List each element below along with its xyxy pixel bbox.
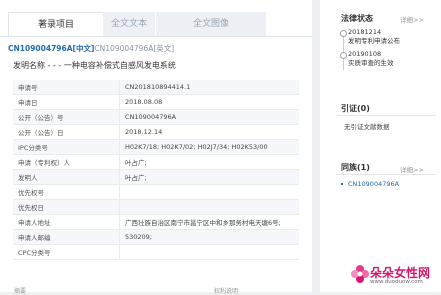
field-value: 叶占广; <box>119 169 299 185</box>
field-label: 公开（公告）日 <box>13 124 120 140</box>
citations-title: 引证(0) <box>341 104 370 113</box>
timeline-dot <box>340 30 347 37</box>
field-value <box>119 244 299 260</box>
table-row: 公开（公告）日 2018.12.14 <box>13 124 299 140</box>
tab-fulltext[interactable]: 全文文本 <box>103 12 155 36</box>
invention-title: 一种电容补偿式自感风发电系统 <box>63 61 176 70</box>
watermark-logo: 朵朵女性网 www.duoduow.com <box>348 262 438 288</box>
field-label: 申请日 <box>13 94 120 110</box>
claims-label: 权利说明 <box>214 288 239 295</box>
field-value: CN109004796A <box>119 109 299 125</box>
table-row: CPC分类号 <box>13 244 299 260</box>
table-row: 申请人地址 广西壮族自治区南宁市邕宁区中和乡那务村电天塘6号; <box>13 214 299 230</box>
table-row: 发明人 叶占广; <box>13 169 299 185</box>
field-label: 申请（专利权）人 <box>13 154 120 170</box>
tab-bar: 著录项目 全文文本 全文图像 <box>0 12 312 37</box>
citations-empty-text: 无引证文献数据 <box>344 123 390 131</box>
field-value <box>119 184 299 200</box>
table-row: 优先权日 <box>13 199 299 215</box>
table-row: 申请人邮编 530209; <box>13 229 299 245</box>
field-label: 优先权日 <box>13 199 120 215</box>
timeline-event: 20190108 实质审查的生效 <box>348 50 394 68</box>
event-date: 20190108 <box>348 50 382 58</box>
table-row: 公开（公告）号 CN109004796A <box>13 109 299 125</box>
abstract-label: 摘要 <box>14 288 27 295</box>
field-value: 叶占广; <box>119 154 299 170</box>
field-label: 申请人邮编 <box>13 229 120 245</box>
bullet-icon <box>341 183 343 185</box>
event-desc: 发明专利申请公布 <box>348 37 400 45</box>
table-row: 申请号 CN201810894414.1 <box>13 80 299 95</box>
field-label: IPC分类号 <box>13 139 120 155</box>
field-value: H02K7/18; H02K7/02; H02J7/34; H02K53/00 <box>119 139 299 155</box>
family-item-link[interactable]: CN109004796A <box>348 180 399 188</box>
publication-number-en[interactable]: CN109004796A[英文] <box>94 44 174 53</box>
field-value: CN201810894414.1 <box>119 80 299 95</box>
tab-bibliographic[interactable]: 著录项目 <box>8 12 104 37</box>
tab-divider <box>0 36 312 37</box>
publication-number-zh[interactable]: CN109004796A[中文] <box>8 44 94 53</box>
invention-title-row: 发明名称 - - - 一种电容补偿式自感风发电系统 <box>13 60 176 71</box>
field-value: 广西壮族自治区南宁市邕宁区中和乡那务村电天塘6号; <box>119 214 299 230</box>
field-label: 申请号 <box>13 80 120 95</box>
watermark-url: www.duoduow.com <box>370 279 423 285</box>
divider <box>336 174 436 175</box>
family-detail-link[interactable]: 详细>> <box>400 164 424 174</box>
table-row: 申请（专利权）人 叶占广; <box>13 154 299 170</box>
table-row: IPC分类号 H02K7/18; H02K7/02; H02J7/34; H02K… <box>13 139 299 155</box>
event-date: 20181214 <box>348 28 382 36</box>
table-row: 申请日 2018.08.08 <box>13 94 299 110</box>
field-value: 2018.12.14 <box>119 124 299 140</box>
flower-icon <box>351 265 369 283</box>
field-value: 530209; <box>119 229 299 245</box>
field-value <box>119 199 299 215</box>
field-label: CPC分类号 <box>13 244 120 260</box>
bibliographic-table: 申请号 CN201810894414.1 申请日 2018.08.08 公开（公告）… <box>13 80 299 260</box>
tab-fullimage[interactable]: 全文图像 <box>156 12 266 36</box>
family-title: 同族(1) <box>341 163 370 172</box>
field-value: 2018.08.08 <box>119 94 299 110</box>
legal-status-title: 法律状态 <box>341 14 373 23</box>
divider <box>336 115 436 116</box>
table-row: 优先权号 <box>13 184 299 200</box>
publication-number-row: CN109004796A[中文]CN109004796A[英文] <box>8 43 174 54</box>
legal-status-detail-link[interactable]: 详细>> <box>400 14 424 24</box>
main-panel: 著录项目 全文文本 全文图像 CN109004796A[中文]CN1090047… <box>0 0 312 295</box>
field-label: 优先权号 <box>13 184 120 200</box>
timeline-event: 20181214 发明专利申请公布 <box>348 28 400 46</box>
field-label: 发明人 <box>13 169 120 185</box>
event-desc: 实质审查的生效 <box>348 59 394 67</box>
field-label: 公开（公告）号 <box>13 109 120 125</box>
field-label: 申请人地址 <box>13 214 120 230</box>
timeline-dot <box>340 52 347 59</box>
invention-title-label: 发明名称 - - - <box>13 61 62 70</box>
